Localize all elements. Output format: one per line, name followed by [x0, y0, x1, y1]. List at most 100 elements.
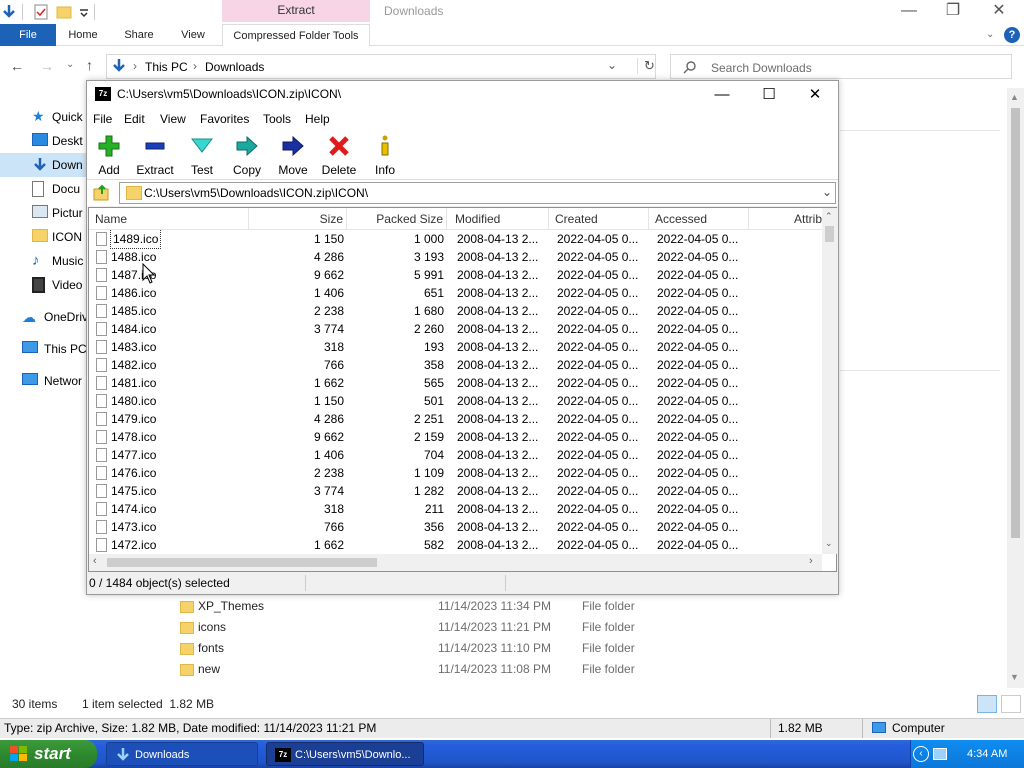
nav-onedrive[interactable]: ☁ OneDriv [0, 305, 86, 329]
col-header-size[interactable]: Size [249, 208, 347, 230]
list-item[interactable]: icons 11/14/2023 11:21 PM File folder [170, 617, 870, 638]
help-icon[interactable]: ? [1004, 27, 1020, 43]
list-item[interactable]: new 11/14/2023 11:08 PM File folder [170, 659, 870, 680]
scrollbar-thumb[interactable] [825, 226, 834, 242]
chevron-down-icon[interactable]: ⌄ [607, 58, 617, 72]
col-header-modified[interactable]: Modified [447, 208, 549, 230]
details-view-icon[interactable] [977, 695, 997, 713]
table-row[interactable]: 1487.ico 9 662 5 991 2008-04-13 2... 2022-04… [89, 266, 822, 284]
taskbar-item-7zip[interactable]: 7z C:\Users\vm5\Downlo... [266, 742, 424, 766]
back-button[interactable]: ← [10, 58, 24, 74]
address-bar[interactable]: › This PC › Downloads ⌄ ↻ [106, 54, 656, 79]
clock[interactable]: 4:34 AM [967, 740, 1007, 768]
nav-music[interactable]: ♪ Music [0, 249, 86, 273]
tab-view[interactable]: View [172, 24, 214, 46]
chevron-down-icon[interactable]: ⌄ [822, 185, 832, 199]
tab-compressed-folder-tools[interactable]: Compressed Folder Tools [222, 24, 370, 46]
table-row[interactable]: 1473.ico 766 356 2008-04-13 2... 2022-04-05 … [89, 518, 822, 536]
table-row[interactable]: 1476.ico 2 238 1 109 2008-04-13 2... 2022-04… [89, 464, 822, 482]
extract-button[interactable]: Extract [133, 134, 177, 178]
scroll-up-icon[interactable]: ⌃ [825, 211, 833, 222]
nav-quick-access[interactable]: ★ Quick a [0, 105, 86, 129]
table-row[interactable]: 1475.ico 3 774 1 282 2008-04-13 2... 2022-04… [89, 482, 822, 500]
7zip-horizontal-scrollbar[interactable]: ‹ › [89, 554, 822, 571]
table-row[interactable]: 1486.ico 1 406 651 2008-04-13 2... 2022-04-0… [89, 284, 822, 302]
table-row[interactable]: 1485.ico 2 238 1 680 2008-04-13 2... 2022-04… [89, 302, 822, 320]
breadcrumb-this-pc[interactable]: This PC [145, 60, 188, 74]
forward-button[interactable]: → [40, 58, 54, 74]
scroll-right-icon[interactable]: › [809, 555, 813, 567]
maximize-button[interactable]: ❐ [930, 0, 976, 24]
show-hidden-icons-icon[interactable]: ‹ [913, 746, 929, 762]
info-button[interactable]: Info [371, 134, 399, 178]
search-input[interactable]: Search Downloads [711, 61, 812, 75]
scrollbar-thumb[interactable] [1011, 108, 1020, 538]
scroll-left-icon[interactable]: ‹ [93, 555, 97, 567]
tab-file[interactable]: File [0, 24, 56, 46]
customize-toolbar-icon[interactable] [76, 4, 92, 20]
search-box[interactable]: Search Downloads [670, 54, 1012, 79]
nav-downloads[interactable]: Down [0, 153, 86, 177]
table-row[interactable]: 1477.ico 1 406 704 2008-04-13 2... 2022-04-0… [89, 446, 822, 464]
context-tab-extract[interactable]: Extract [222, 0, 370, 22]
table-row[interactable]: 1474.ico 318 211 2008-04-13 2... 2022-04-05 … [89, 500, 822, 518]
move-button[interactable]: Move [277, 134, 309, 178]
test-button[interactable]: Test [187, 134, 217, 178]
network-tray-icon[interactable] [933, 748, 947, 760]
download-arrow-icon[interactable] [1, 4, 17, 20]
nav-videos[interactable]: Video [0, 273, 86, 297]
table-row[interactable]: 1478.ico 9 662 2 159 2008-04-13 2... 2022-04… [89, 428, 822, 446]
scrollbar-thumb[interactable] [107, 558, 377, 567]
menu-view[interactable]: View [160, 112, 186, 126]
nav-icon-folder[interactable]: ICON [0, 225, 86, 249]
table-row[interactable]: 1488.ico 4 286 3 193 2008-04-13 2... 2022-04… [89, 248, 822, 266]
7zip-minimize-button[interactable]: — [699, 81, 745, 108]
delete-button[interactable]: Delete [319, 134, 359, 178]
table-row[interactable]: 1472.ico 1 662 582 2008-04-13 2... 2022-04-0… [89, 536, 822, 554]
col-header-packed-size[interactable]: Packed Size [347, 208, 447, 230]
table-row[interactable]: 1479.ico 4 286 2 251 2008-04-13 2... 2022-04… [89, 410, 822, 428]
large-icons-view-icon[interactable] [1001, 695, 1021, 713]
7zip-title-bar[interactable]: 7z C:\Users\vm5\Downloads\ICON.zip\ICON\… [87, 81, 838, 108]
7zip-close-button[interactable]: ✕ [792, 81, 838, 108]
recent-locations-icon[interactable]: ⌄ [66, 59, 74, 70]
add-button[interactable]: Add [95, 134, 123, 178]
col-header-attrib[interactable]: Attrib [749, 208, 822, 230]
menu-edit[interactable]: Edit [124, 112, 145, 126]
tab-home[interactable]: Home [60, 24, 106, 46]
col-header-name[interactable]: Name [89, 208, 249, 230]
col-header-accessed[interactable]: Accessed [649, 208, 749, 230]
menu-help[interactable]: Help [305, 112, 330, 126]
scroll-up-icon[interactable]: ▲ [1010, 92, 1019, 102]
table-row[interactable]: 1481.ico 1 662 565 2008-04-13 2... 2022-04-0… [89, 374, 822, 392]
nav-documents[interactable]: Docu [0, 177, 86, 201]
list-item[interactable]: fonts 11/14/2023 11:10 PM File folder [170, 638, 870, 659]
7zip-vertical-scrollbar[interactable]: ⌃ ⌄ [822, 208, 837, 554]
refresh-icon[interactable]: ↻ [637, 58, 655, 74]
table-row[interactable]: 1483.ico 318 193 2008-04-13 2... 2022-04-05 … [89, 338, 822, 356]
table-row[interactable]: 1482.ico 766 358 2008-04-13 2... 2022-04-05 … [89, 356, 822, 374]
nav-network[interactable]: Networ [0, 369, 86, 393]
taskbar-item-downloads[interactable]: Downloads [106, 742, 258, 766]
properties-icon[interactable] [33, 4, 49, 20]
7zip-maximize-button[interactable]: ☐ [746, 81, 792, 108]
list-item[interactable]: XP_Themes 11/14/2023 11:34 PM File folder [170, 596, 870, 617]
minimize-button[interactable]: — [886, 0, 932, 24]
start-button[interactable]: start [0, 740, 97, 768]
scroll-down-icon[interactable]: ⌄ [825, 538, 833, 549]
breadcrumb-downloads[interactable]: Downloads [205, 60, 264, 74]
table-row[interactable]: 1489.ico 1 150 1 000 2008-04-13 2... 2022-04… [89, 230, 822, 249]
table-row[interactable]: 1484.ico 3 774 2 260 2008-04-13 2... 2022-04… [89, 320, 822, 338]
tab-share[interactable]: Share [116, 24, 162, 46]
7zip-path-combo[interactable]: C:\Users\vm5\Downloads\ICON.zip\ICON\ ⌄ [119, 182, 836, 204]
nav-pictures[interactable]: Pictur [0, 201, 86, 225]
copy-button[interactable]: Copy [231, 134, 263, 178]
menu-favorites[interactable]: Favorites [200, 112, 249, 126]
new-folder-icon[interactable] [56, 4, 72, 20]
up-button[interactable]: ↑ [86, 57, 93, 73]
explorer-vertical-scrollbar[interactable]: ▲ ▼ [1007, 88, 1024, 688]
nav-this-pc[interactable]: This PC [0, 337, 86, 361]
col-header-created[interactable]: Created [549, 208, 649, 230]
table-row[interactable]: 1480.ico 1 150 501 2008-04-13 2... 2022-04-0… [89, 392, 822, 410]
menu-file[interactable]: File [93, 112, 112, 126]
